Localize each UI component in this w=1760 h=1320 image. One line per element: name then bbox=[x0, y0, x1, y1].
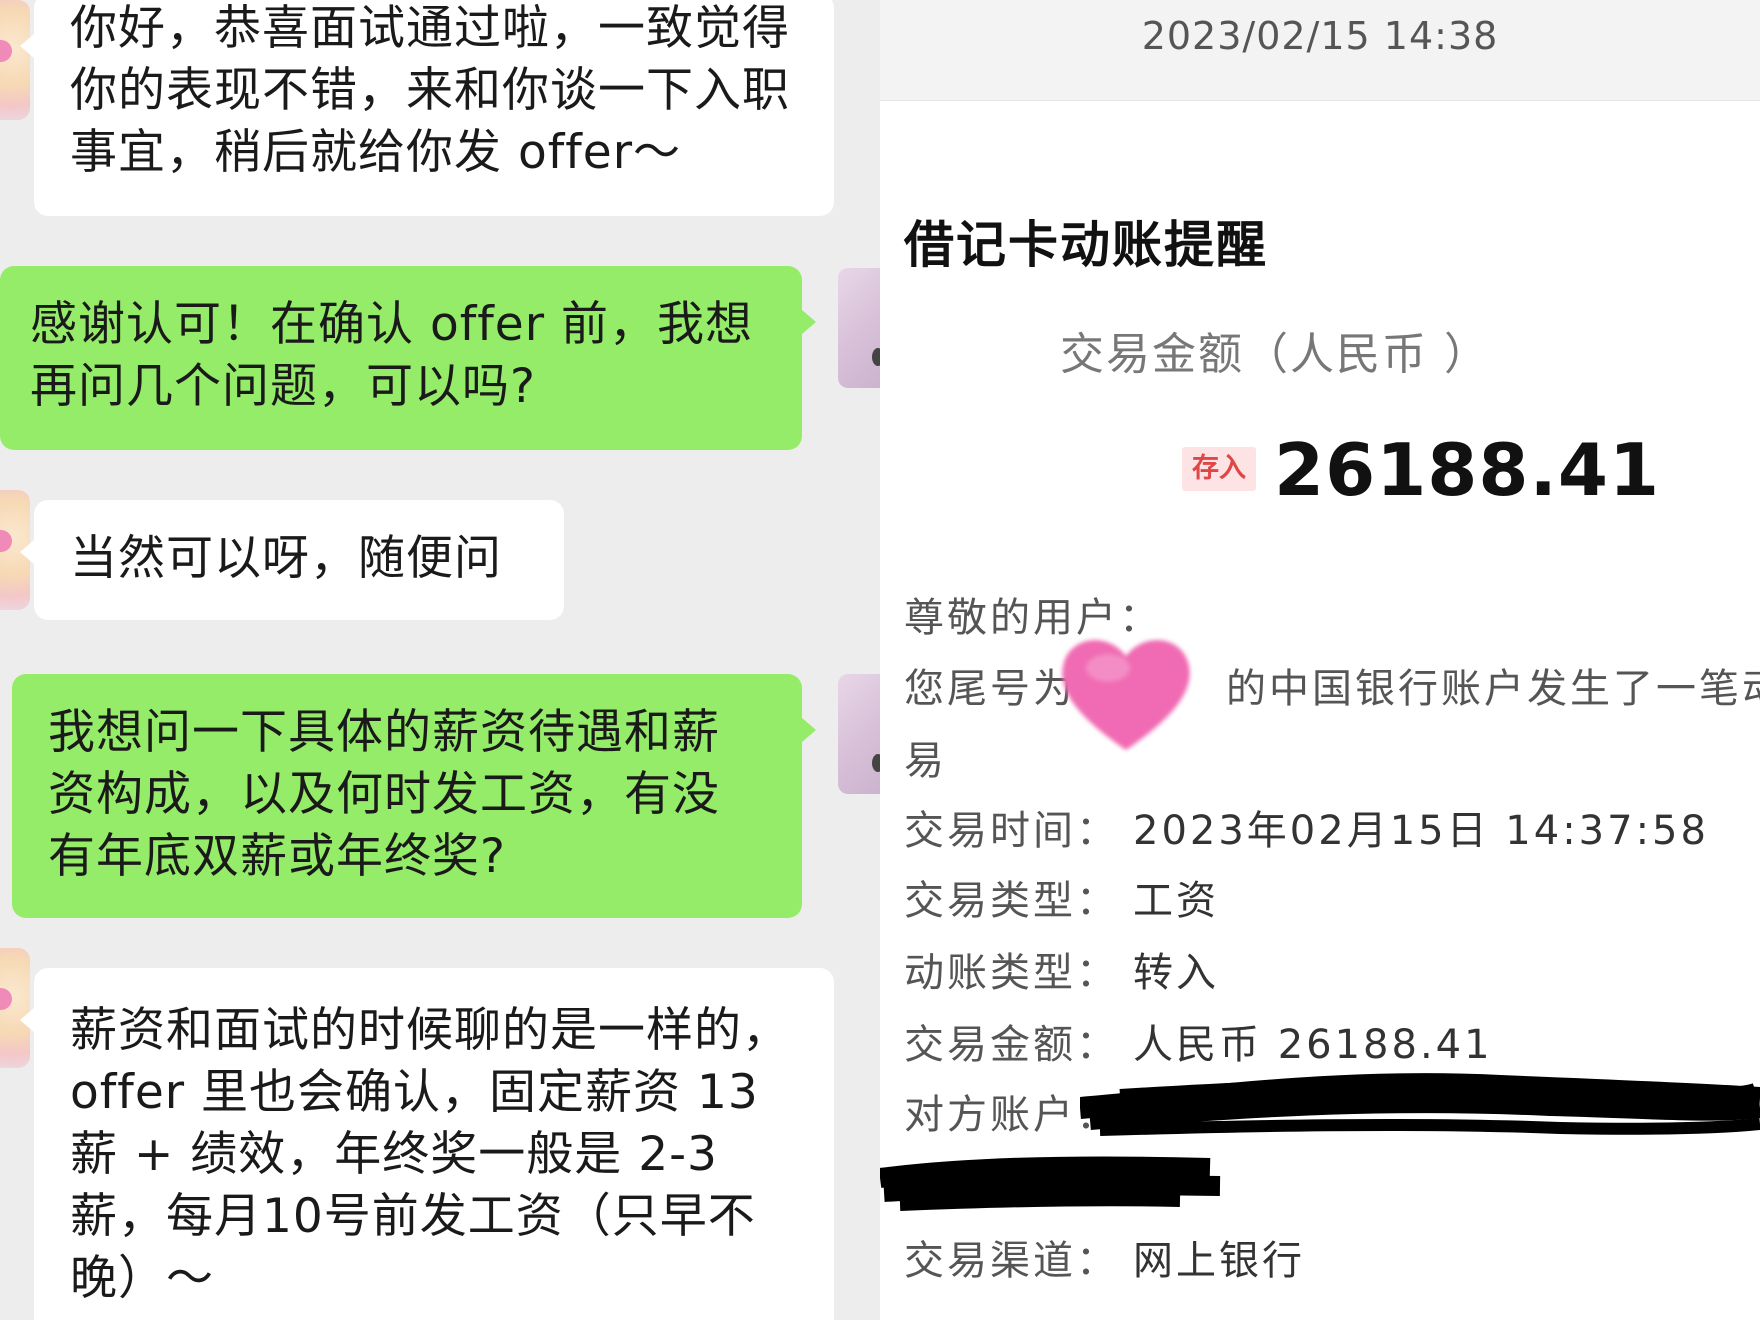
detail-key: 交易渠道： bbox=[904, 1238, 1119, 1284]
amount-label: 交易金额（人民币 ） bbox=[1060, 329, 1490, 380]
transaction-amount: 26188.41 bbox=[1274, 428, 1661, 512]
message-text: 我想问一下具体的薪资待遇和薪资构成，以及何时发工资，有没有年底双薪或年终奖? bbox=[48, 705, 720, 884]
detail-value: 工资 bbox=[1133, 878, 1219, 924]
detail-key: 交易时间： bbox=[904, 808, 1119, 854]
detail-row-time: 交易时间： 2023年02月15日 14:37:58 bbox=[904, 798, 1709, 856]
chat-message-outgoing[interactable]: 感谢认可！在确认 offer 前，我想再问几个问题，可以吗? bbox=[0, 266, 816, 450]
notice-part-2: 的中国银行账户发生了一笔动账交 bbox=[1226, 666, 1760, 712]
deposit-badge: 存入 bbox=[1182, 447, 1256, 491]
message-text: 当然可以呀，随便问 bbox=[70, 531, 502, 586]
detail-value: 人民币 26188.41 bbox=[1133, 1022, 1493, 1068]
detail-value: 2023年02月15日 14:37:58 bbox=[1133, 808, 1709, 854]
detail-row-type: 交易类型： 工资 bbox=[904, 868, 1219, 926]
detail-row-channel: 交易渠道： 网上银行 bbox=[904, 1228, 1305, 1286]
notice-line: 您尾号为 的中国银行账户发生了一笔动账交 bbox=[904, 656, 1760, 714]
heart-highlight bbox=[1086, 654, 1130, 682]
my-avatar[interactable] bbox=[838, 268, 880, 388]
detail-key: 交易金额： bbox=[904, 1022, 1119, 1068]
message-text: 薪资和面试的时候聊的是一样的，offer 里也会确认，固定薪资 13 薪 + 绩… bbox=[70, 1003, 790, 1306]
notice-title: 借记卡动账提醒 bbox=[904, 216, 1268, 274]
notice-line-2: 易 bbox=[904, 738, 947, 784]
detail-key: 动账类型： bbox=[904, 950, 1119, 996]
detail-value: 网上银行 bbox=[1133, 1238, 1305, 1284]
redaction-scribble-account bbox=[1080, 1073, 1760, 1136]
detail-value: 转入 bbox=[1133, 950, 1219, 996]
chat-message-incoming[interactable]: 当然可以呀，随便问 bbox=[20, 500, 564, 620]
notice-part-1: 您尾号为 bbox=[904, 666, 1076, 712]
heart-icon bbox=[0, 40, 12, 62]
message-text: 感谢认可！在确认 offer 前，我想再问几个问题，可以吗? bbox=[30, 297, 753, 414]
heart-shape bbox=[1062, 640, 1190, 750]
chat-panel: 你好，恭喜面试通过啦，一致觉得你的表现不错，来和你谈一下入职事宜，稍后就给你发 … bbox=[0, 0, 880, 1320]
contact-avatar[interactable] bbox=[0, 0, 30, 120]
heart-icon bbox=[0, 530, 12, 552]
detail-row-direction: 动账类型： 转入 bbox=[904, 940, 1219, 998]
message-timestamp: 2023/02/15 14:38 bbox=[1141, 14, 1499, 58]
redaction-heart-sticker bbox=[1062, 640, 1190, 750]
detail-row-amount: 交易金额： 人民币 26188.41 bbox=[904, 1012, 1493, 1070]
chat-message-incoming[interactable]: 薪资和面试的时候聊的是一样的，offer 里也会确认，固定薪资 13 薪 + 绩… bbox=[20, 968, 834, 1320]
my-avatar[interactable] bbox=[838, 674, 880, 794]
heart-icon bbox=[0, 988, 12, 1010]
chat-message-incoming[interactable]: 你好，恭喜面试通过啦，一致觉得你的表现不错，来和你谈一下入职事宜，稍后就给你发 … bbox=[20, 0, 834, 216]
message-text: 你好，恭喜面试通过啦，一致觉得你的表现不错，来和你谈一下入职事宜，稍后就给你发 … bbox=[70, 1, 790, 180]
detail-key: 交易类型： bbox=[904, 878, 1119, 924]
redaction-scribble-account-2 bbox=[880, 1156, 1221, 1211]
chat-message-outgoing[interactable]: 我想问一下具体的薪资待遇和薪资构成，以及何时发工资，有没有年底双薪或年终奖? bbox=[12, 674, 816, 918]
